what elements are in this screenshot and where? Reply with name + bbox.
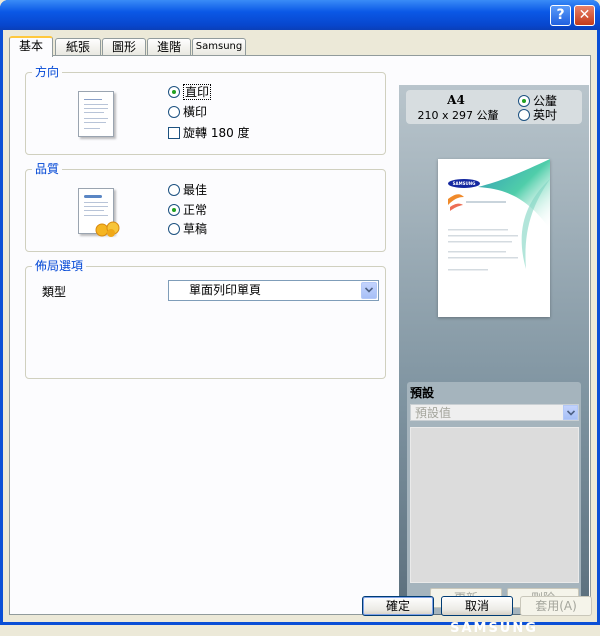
samsung-brand-logo: SAMSUNG bbox=[450, 621, 538, 636]
ok-button[interactable]: 確定 bbox=[362, 596, 434, 616]
layout-title: 佈局選項 bbox=[32, 259, 87, 273]
layout-type-label: 類型 bbox=[42, 285, 67, 299]
landscape-radio[interactable] bbox=[168, 106, 180, 118]
preview-samsung-logo: SAMSUNG bbox=[448, 179, 480, 188]
unit-mm-radio[interactable] bbox=[518, 95, 530, 107]
favorites-panel: 預設 預設值 更新 刪除 bbox=[407, 382, 581, 614]
quality-title: 品質 bbox=[32, 162, 63, 176]
chevron-down-icon bbox=[365, 287, 373, 293]
landscape-label: 橫印 bbox=[183, 105, 208, 119]
quality-normal-label: 正常 bbox=[183, 203, 208, 217]
layout-group: 佈局選項 類型 單面列印單頁 bbox=[25, 259, 386, 379]
rotate-180-checkbox[interactable] bbox=[168, 127, 180, 139]
layout-type-select[interactable]: 單面列印單頁 bbox=[168, 280, 379, 301]
paper-dimensions: 210 x 297 公釐 bbox=[417, 109, 499, 122]
preview-panel: A4 210 x 297 公釐 公釐 英吋 SAMSUNG 預設 預設值 SAM… bbox=[399, 85, 589, 636]
tab-graphics[interactable]: 圖形 bbox=[102, 38, 146, 56]
favorites-select[interactable]: 預設值 bbox=[410, 404, 579, 421]
quality-normal-radio[interactable] bbox=[168, 204, 180, 216]
quality-group: 品質 最佳 正常 草稿 bbox=[25, 162, 386, 252]
favorites-dropdown-button[interactable] bbox=[563, 405, 578, 420]
tab-advanced[interactable]: 進階 bbox=[147, 38, 191, 56]
orientation-title: 方向 bbox=[32, 65, 63, 79]
dialog-body: 基本 紙張 圖形 進階 Samsung 方向 直印 橫印 旋轉 180 度 品質… bbox=[3, 30, 597, 636]
tab-panel-basic: 方向 直印 橫印 旋轉 180 度 品質 最佳 正常 草稿 佈局選項 類型 單面… bbox=[9, 55, 591, 636]
quality-best-radio[interactable] bbox=[168, 184, 180, 196]
title-bar: ? ✕ bbox=[0, 0, 600, 30]
help-button[interactable]: ? bbox=[550, 5, 571, 26]
quality-best-label: 最佳 bbox=[183, 183, 208, 197]
quality-draft-radio[interactable] bbox=[168, 223, 180, 235]
apply-button[interactable]: 套用(A) bbox=[520, 596, 592, 616]
unit-inch-radio[interactable] bbox=[518, 109, 530, 121]
favorites-select-value: 預設值 bbox=[415, 406, 452, 420]
portrait-radio[interactable] bbox=[168, 86, 180, 98]
chevron-down-icon bbox=[567, 410, 575, 416]
star-badge-icon bbox=[95, 221, 120, 237]
rotate-180-label: 旋轉 180 度 bbox=[183, 126, 250, 140]
tab-samsung[interactable]: Samsung bbox=[192, 38, 246, 56]
layout-type-value: 單面列印單頁 bbox=[189, 283, 262, 297]
paper-size-name: A4 bbox=[447, 93, 465, 107]
tab-paper[interactable]: 紙張 bbox=[55, 38, 101, 56]
unit-inch-label: 英吋 bbox=[533, 108, 558, 122]
favorites-title: 預設 bbox=[410, 386, 435, 400]
orientation-group: 方向 直印 橫印 旋轉 180 度 bbox=[25, 65, 386, 155]
cancel-button[interactable]: 取消 bbox=[441, 596, 513, 616]
portrait-page-icon bbox=[78, 91, 114, 137]
quality-draft-label: 草稿 bbox=[183, 222, 208, 236]
portrait-label: 直印 bbox=[183, 84, 212, 100]
printer-properties-window: ? ✕ 基本 紙張 圖形 進階 Samsung 方向 直印 橫印 旋轉 180 … bbox=[0, 0, 600, 636]
layout-type-dropdown-button[interactable] bbox=[361, 282, 377, 299]
close-button[interactable]: ✕ bbox=[574, 5, 595, 26]
tab-basic[interactable]: 基本 bbox=[9, 36, 53, 57]
paper-info-box: A4 210 x 297 公釐 公釐 英吋 bbox=[406, 90, 582, 124]
favorites-list[interactable] bbox=[410, 427, 579, 583]
page-preview-thumbnail: SAMSUNG bbox=[438, 159, 550, 317]
